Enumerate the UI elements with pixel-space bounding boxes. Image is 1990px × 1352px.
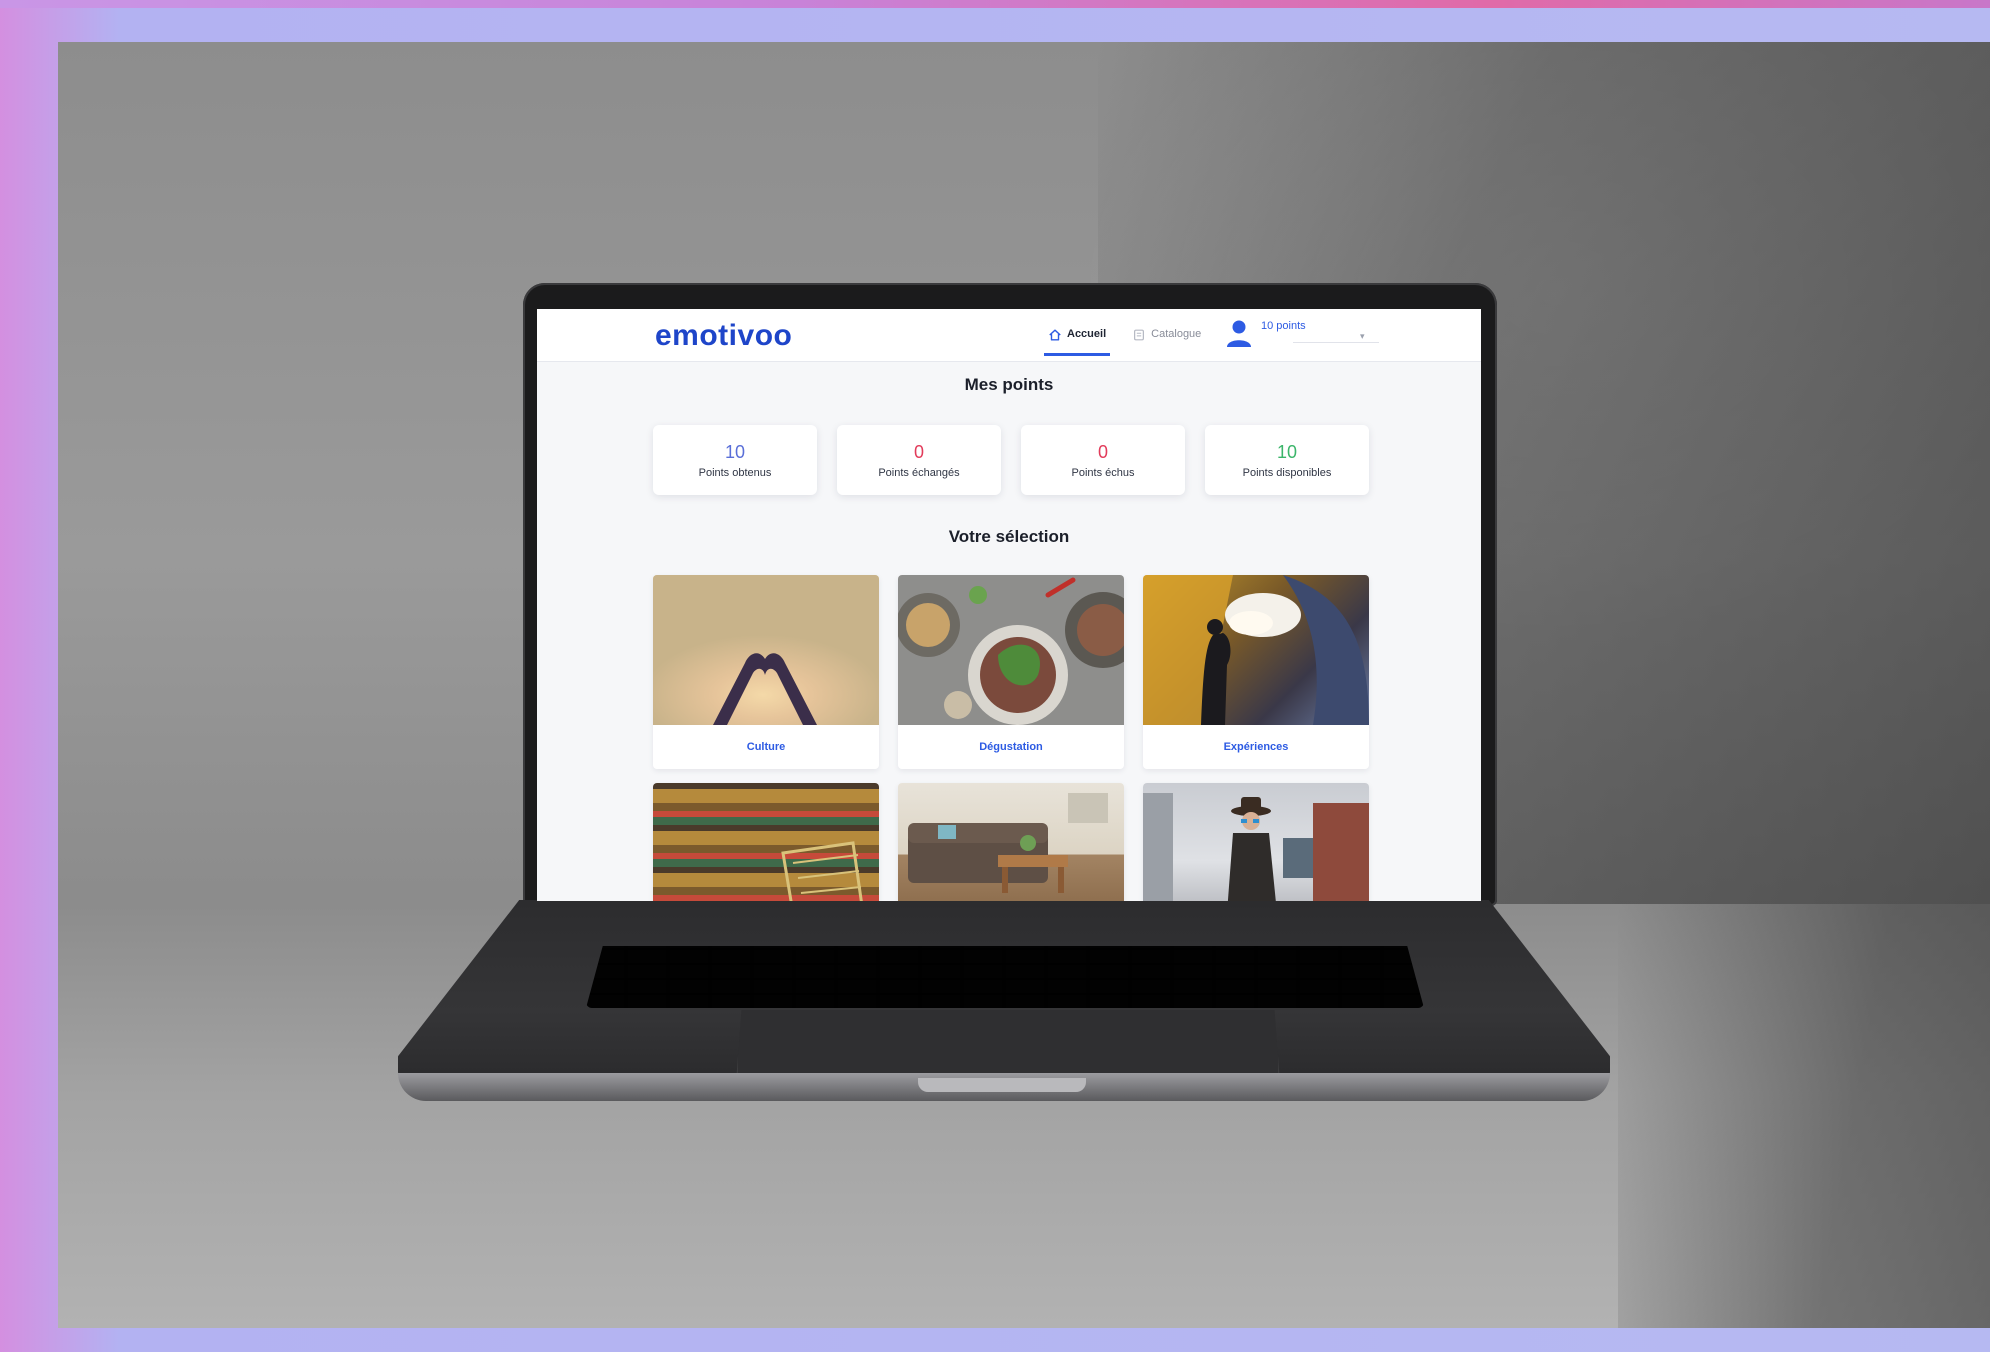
tab-accueil[interactable]: Accueil [1044,323,1111,356]
laptop-keyboard [586,946,1424,1008]
app-logo[interactable]: emotivoo [655,319,792,353]
main-nav: Accueil Catalogue [1044,323,1205,361]
food-plates-photo [898,575,1124,725]
stat-label: Points échus [1071,466,1135,479]
user-avatar-icon [1225,317,1253,351]
stat-value: 10 [1276,441,1298,462]
heart-hands-photo [653,575,879,725]
tab-accueil-label: Accueil [1067,328,1107,340]
category-label: Expériences [1223,741,1289,753]
category-label: Culture [746,741,786,753]
category-card-culture[interactable]: Culture [653,575,879,769]
points-title: Mes points [964,375,1054,394]
category-card[interactable] [898,783,1124,901]
stat-label: Points obtenus [698,466,772,479]
laptop-notch [918,1078,1086,1092]
stat-value: 0 [913,441,924,462]
living-room-photo [898,783,1124,901]
page-accent-bar [0,0,1990,8]
user-menu[interactable]: 10 points [1225,317,1306,351]
stat-label: Points échangés [878,466,960,479]
stat-label: Points disponibles [1242,466,1332,479]
laptop-trackpad [736,1010,1280,1082]
catalog-icon [1132,328,1146,345]
stat-value: 0 [1097,441,1108,462]
hot-air-balloon-photo [1143,575,1369,725]
stat-value: 10 [724,441,746,462]
points-stats: 10 Points obtenus 0 Points échangés 0 Po… [653,425,1369,495]
category-card-degustation[interactable]: Dégustation [898,575,1124,769]
selection-title: Votre sélection [948,527,1070,546]
app-header: emotivoo Accueil Catalogue 10 points ▾ [537,309,1481,362]
user-points: 10 points [1261,320,1306,332]
laptop-screen: emotivoo Accueil Catalogue 10 points ▾ M… [537,309,1481,901]
stat-points-obtenus: 10 Points obtenus [653,425,817,495]
category-card[interactable] [1143,783,1369,901]
stat-points-echus: 0 Points échus [1021,425,1185,495]
tab-catalogue-label: Catalogue [1151,328,1202,340]
category-label: Dégustation [979,741,1043,753]
desk-shadow [1618,904,1990,1328]
stat-points-disponibles: 10 Points disponibles [1205,425,1369,495]
home-icon [1048,328,1062,345]
stat-points-echanges: 0 Points échangés [837,425,1001,495]
category-card-experiences[interactable]: Expériences [1143,575,1369,769]
category-card[interactable] [653,783,879,901]
chevron-down-icon[interactable]: ▾ [1360,331,1365,342]
woman-street-photo [1143,783,1369,901]
grocery-shelves-photo [653,783,879,901]
user-underline [1293,342,1379,343]
category-grid: Culture Dégustation Expériences [653,575,1369,901]
tab-catalogue[interactable]: Catalogue [1128,323,1205,356]
